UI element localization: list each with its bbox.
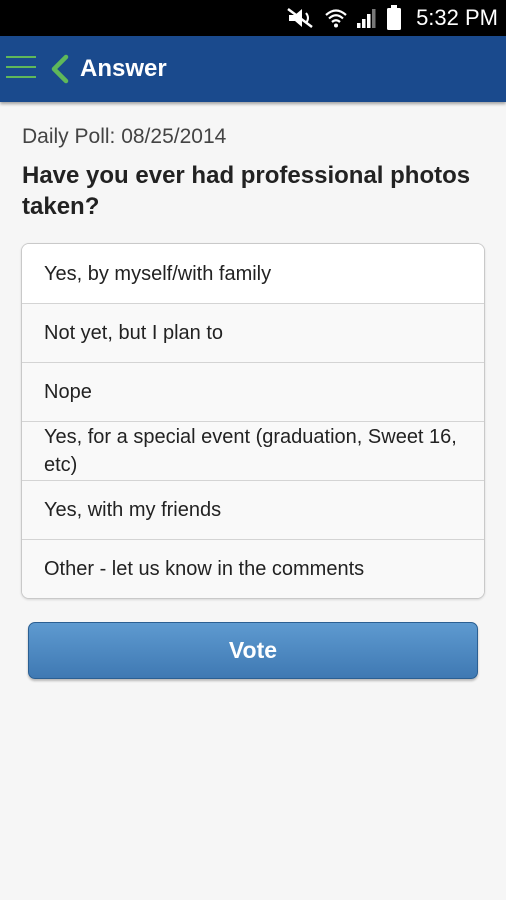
page-title: Answer xyxy=(80,55,167,82)
poll-option[interactable]: Nope xyxy=(22,362,484,421)
poll-option[interactable]: Yes, by myself/with family xyxy=(22,244,484,303)
poll-option-label: Yes, by myself/with family xyxy=(44,262,272,285)
poll-option-label: Nope xyxy=(44,381,92,403)
battery-icon xyxy=(387,5,402,30)
menu-button[interactable] xyxy=(6,56,36,80)
poll-date: Daily Poll: 08/25/2014 xyxy=(22,125,227,148)
poll-option[interactable]: Other - let us know in the comments xyxy=(22,539,484,598)
poll-question: Have you ever had professional photos ta… xyxy=(22,162,471,220)
poll-options: Yes, by myself/with family Not yet, but … xyxy=(21,243,485,599)
menu-line-icon xyxy=(6,56,36,58)
status-icons: 5:32 PM xyxy=(286,0,498,36)
back-chevron-icon[interactable] xyxy=(48,54,72,84)
wifi-icon xyxy=(325,9,347,28)
status-bar: 5:32 PM xyxy=(0,0,506,36)
poll-option[interactable]: Not yet, but I plan to xyxy=(22,303,484,362)
poll-option[interactable]: Yes, with my friends xyxy=(22,480,484,539)
signal-icon xyxy=(357,9,376,28)
app-bar: Answer xyxy=(0,36,506,102)
poll-option-label: Other - let us know in the comments xyxy=(44,558,365,580)
mute-icon xyxy=(287,8,313,28)
menu-line-icon xyxy=(6,76,36,78)
poll-option[interactable]: Yes, for a special event (graduation, Sw… xyxy=(22,421,484,480)
poll-option-label: Not yet, but I plan to xyxy=(44,322,223,344)
status-time: 5:32 PM xyxy=(416,5,498,30)
menu-line-icon xyxy=(6,66,36,68)
poll-option-label: Yes, for a special event (graduation, Sw… xyxy=(44,426,457,476)
vote-button[interactable]: Vote xyxy=(28,622,478,679)
poll-option-label: Yes, with my friends xyxy=(44,499,222,521)
